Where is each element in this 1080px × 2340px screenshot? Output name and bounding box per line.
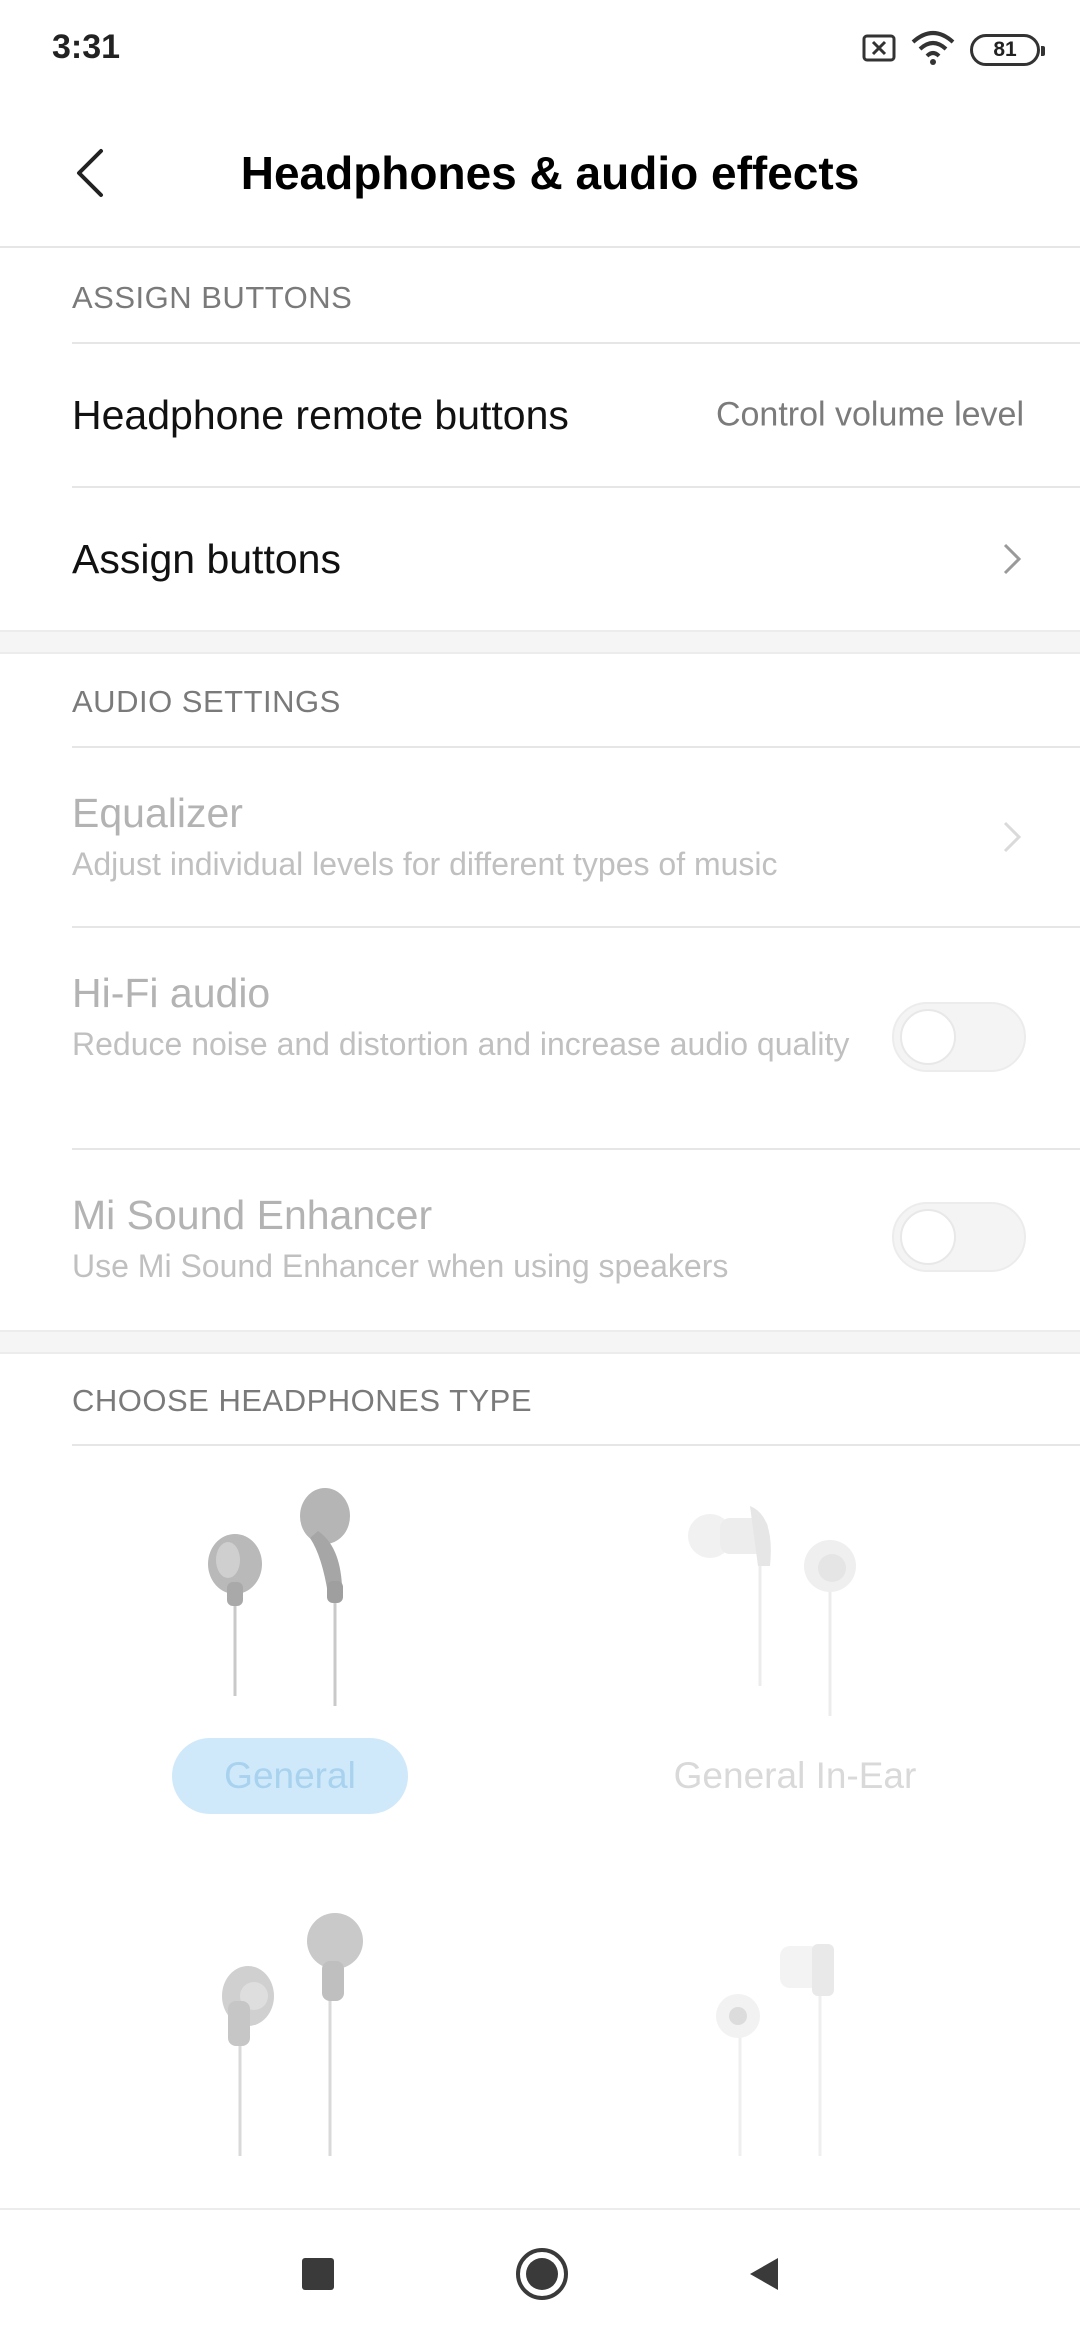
headphone-remote-buttons-row[interactable]: Headphone remote buttons Control volume …: [72, 344, 1080, 488]
navigation-bar: [0, 2208, 1080, 2340]
assign-buttons-row[interactable]: Assign buttons: [72, 488, 1080, 630]
headphone-label-general: General: [172, 1738, 408, 1814]
row-title: Headphone remote buttons: [72, 391, 569, 438]
row-subtitle: Adjust individual levels for different t…: [72, 846, 778, 882]
in-ear-headphones-icon: [700, 1926, 870, 2171]
section-header-assign-buttons: ASSIGN BUTTONS: [72, 250, 1080, 344]
status-icons: 81: [862, 28, 1045, 72]
hifi-audio-row: Hi-Fi audio Reduce noise and distortion …: [72, 928, 1080, 1150]
wifi-icon: [910, 30, 956, 71]
audio-settings-section: AUDIO SETTINGS Equalizer Adjust individu…: [0, 654, 1080, 1330]
section-header-audio-settings: AUDIO SETTINGS: [72, 654, 1080, 748]
headphone-option-in-ear-alt[interactable]: [540, 1876, 1080, 2208]
headphone-option-general[interactable]: General: [0, 1446, 540, 1876]
section-divider: [0, 630, 1080, 654]
row-subtitle: Use Mi Sound Enhancer when using speaker…: [72, 1248, 729, 1284]
status-bar: 3:31 81: [0, 0, 1080, 100]
recents-button[interactable]: [282, 2240, 354, 2312]
recents-square-icon: [300, 2256, 336, 2297]
equalizer-row[interactable]: Equalizer Adjust individual levels for d…: [72, 748, 1080, 928]
page-title: Headphones & audio effects: [240, 147, 860, 199]
in-ear-headphones-icon: [680, 1496, 870, 1731]
earbud-headphones-icon: [210, 1906, 380, 2171]
toggle-knob: [900, 1209, 956, 1265]
mi-sound-enhancer-toggle[interactable]: [892, 1202, 1026, 1272]
back-triangle-icon: [744, 2254, 784, 2299]
headphone-label-general-in-ear: General In-Ear: [673, 1755, 917, 1796]
mi-sound-enhancer-row: Mi Sound Enhancer Use Mi Sound Enhancer …: [72, 1150, 1080, 1328]
assign-buttons-section: ASSIGN BUTTONS Headphone remote buttons …: [0, 250, 1080, 630]
remote-buttons-value: Control volume level: [715, 395, 1024, 434]
headphone-option-earbud-alt[interactable]: [0, 1876, 540, 2208]
sim-error-icon: [862, 34, 896, 67]
chevron-right-icon: [994, 541, 1030, 577]
toggle-knob: [900, 1009, 956, 1065]
chevron-right-icon: [994, 819, 1030, 855]
headphones-type-section: CHOOSE HEADPHONES TYPE General General I…: [0, 1354, 1080, 2208]
nav-back-button[interactable]: [728, 2240, 800, 2312]
app-header: Headphones & audio effects: [0, 100, 1080, 248]
row-title: Assign buttons: [72, 535, 341, 582]
hifi-audio-toggle[interactable]: [892, 1002, 1026, 1072]
earbud-headphones-icon: [200, 1486, 370, 1721]
battery-icon: 81: [970, 34, 1045, 66]
home-circle-icon: [514, 2246, 570, 2307]
row-title: Equalizer: [72, 790, 243, 836]
headphone-option-general-in-ear[interactable]: General In-Ear: [540, 1446, 1080, 1876]
section-divider: [0, 1330, 1080, 1354]
row-subtitle: Reduce noise and distortion and increase…: [72, 1026, 850, 1062]
home-button[interactable]: [506, 2240, 578, 2312]
status-time: 3:31: [52, 28, 121, 66]
section-header-headphones-type: CHOOSE HEADPHONES TYPE: [72, 1354, 1080, 1446]
